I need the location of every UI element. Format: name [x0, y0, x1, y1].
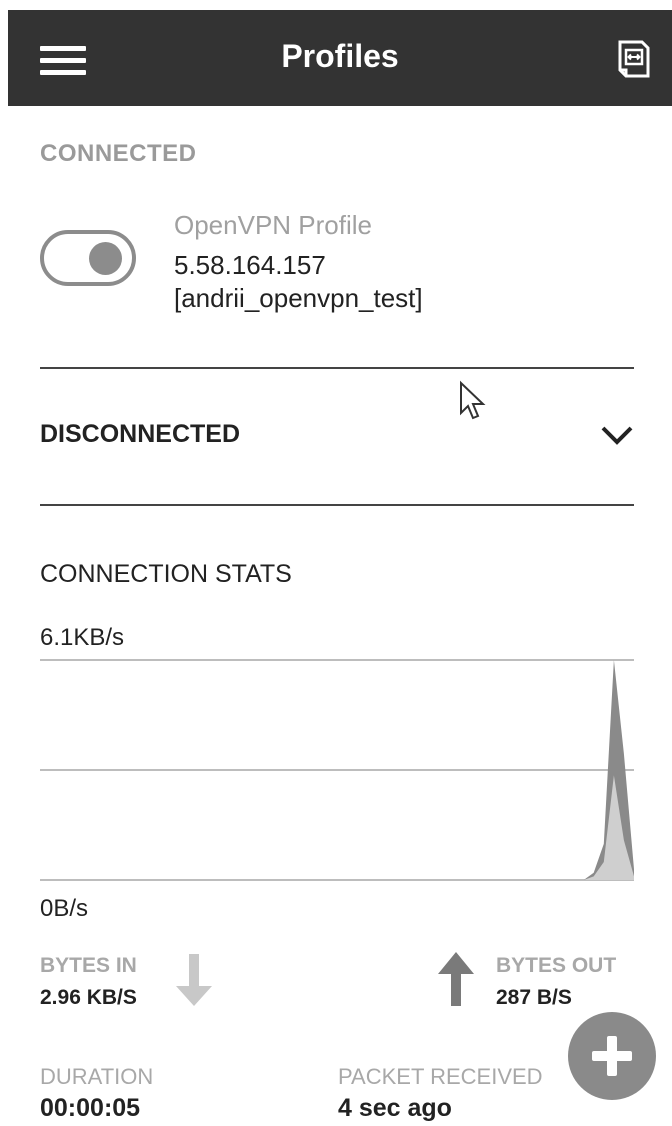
mouse-cursor-icon: [460, 380, 486, 420]
chevron-down-icon[interactable]: [600, 424, 634, 446]
packet-received-value: 4 sec ago: [338, 1094, 452, 1122]
duration-value: 00:00:05: [40, 1094, 141, 1122]
arrow-down-icon: [176, 954, 212, 1006]
duration-label: DURATION: [40, 1064, 154, 1089]
chart-y-min-label: 0B/s: [40, 895, 89, 922]
connected-section-label: CONNECTED: [40, 140, 197, 167]
add-profile-button[interactable]: [568, 1012, 656, 1100]
plus-icon-stroke: [607, 1036, 617, 1076]
profile-host: 5.58.164.157: [174, 250, 326, 280]
disconnected-section-header[interactable]: DISCONNECTED: [40, 368, 634, 504]
profile-username: [andrii_openvpn_test]: [174, 283, 423, 313]
bytes-in-label: BYTES IN: [40, 954, 137, 977]
chart-series-area-2: [40, 775, 634, 880]
import-profile-icon[interactable]: [612, 38, 654, 82]
bytes-in-value: 2.96 KB/S: [40, 986, 137, 1009]
profile-name[interactable]: OpenVPN Profile: [174, 210, 372, 241]
connection-stats-chart: [40, 659, 634, 881]
bytes-out-label: BYTES OUT: [496, 954, 617, 977]
bytes-out-value: 287 B/S: [496, 986, 572, 1009]
disconnected-section-label: DISCONNECTED: [40, 420, 241, 448]
connection-stats-title: CONNECTION STATS: [40, 560, 292, 588]
app-header: Profiles: [8, 10, 672, 106]
profile-connection-toggle[interactable]: [40, 230, 136, 286]
toggle-knob: [89, 242, 122, 275]
arrow-up-icon: [438, 952, 474, 1006]
packet-received-label: PACKET RECEIVED: [338, 1064, 543, 1089]
section-divider: [40, 504, 634, 506]
chart-y-max-label: 6.1KB/s: [40, 624, 125, 651]
page-title: Profiles: [281, 38, 399, 74]
